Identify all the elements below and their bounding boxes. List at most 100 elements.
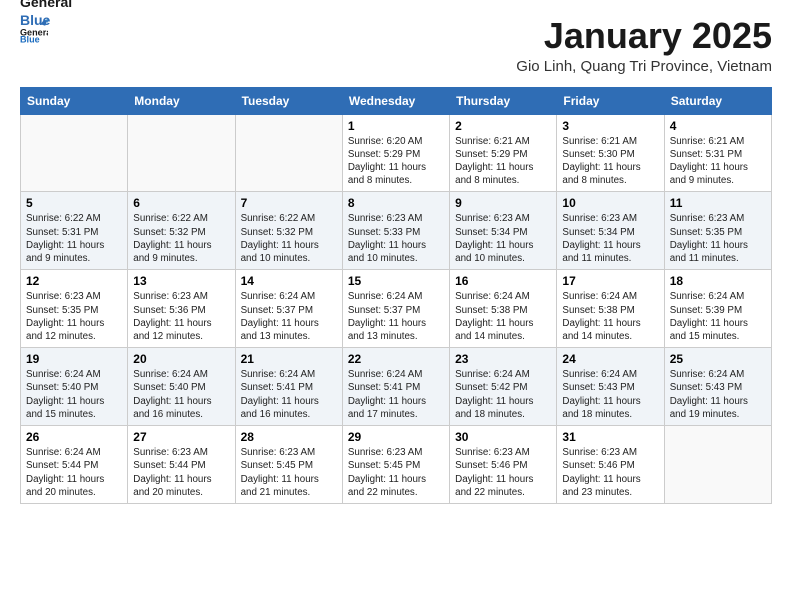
day-info: Sunrise: 6:22 AM Sunset: 5:32 PM Dayligh…: [133, 212, 229, 265]
logo-blue: Blue: [20, 12, 50, 28]
day-info: Sunrise: 6:23 AM Sunset: 5:45 PM Dayligh…: [348, 446, 444, 499]
day-number: 17: [562, 274, 658, 288]
day-number: 9: [455, 196, 551, 210]
calendar-cell: 17 Sunrise: 6:24 AM Sunset: 5:38 PM Dayli…: [557, 270, 664, 348]
day-info: Sunrise: 6:24 AM Sunset: 5:39 PM Dayligh…: [670, 290, 766, 343]
day-info: Sunrise: 6:22 AM Sunset: 5:32 PM Dayligh…: [241, 212, 337, 265]
day-info: Sunrise: 6:23 AM Sunset: 5:36 PM Dayligh…: [133, 290, 229, 343]
weekday-header-friday: Friday: [557, 87, 664, 114]
day-number: 7: [241, 196, 337, 210]
day-info: Sunrise: 6:24 AM Sunset: 5:37 PM Dayligh…: [348, 290, 444, 343]
day-number: 28: [241, 430, 337, 444]
calendar-cell: 18 Sunrise: 6:24 AM Sunset: 5:39 PM Dayli…: [664, 270, 771, 348]
day-number: 16: [455, 274, 551, 288]
day-number: 31: [562, 430, 658, 444]
calendar-cell: 21 Sunrise: 6:24 AM Sunset: 5:41 PM Dayli…: [235, 348, 342, 426]
calendar-cell: [128, 114, 235, 192]
day-info: Sunrise: 6:24 AM Sunset: 5:42 PM Dayligh…: [455, 368, 551, 421]
day-number: 30: [455, 430, 551, 444]
day-number: 11: [670, 196, 766, 210]
day-number: 13: [133, 274, 229, 288]
day-info: Sunrise: 6:23 AM Sunset: 5:35 PM Dayligh…: [26, 290, 122, 343]
calendar-cell: 25Sunrise: 6:24 AM Sunset: 5:43 PM Dayli…: [664, 348, 771, 426]
day-number: 26: [26, 430, 122, 444]
calendar-cell: [235, 114, 342, 192]
calendar-week-4: 19 Sunrise: 6:24 AM Sunset: 5:40 PM Dayli…: [21, 348, 772, 426]
day-number: 3: [562, 119, 658, 133]
weekday-header-wednesday: Wednesday: [342, 87, 449, 114]
day-info: Sunrise: 6:24 AM Sunset: 5:40 PM Dayligh…: [133, 368, 229, 421]
day-number: 21: [241, 352, 337, 366]
day-info: Sunrise: 6:23 AM Sunset: 5:44 PM Dayligh…: [133, 446, 229, 499]
day-info: Sunrise: 6:23 AM Sunset: 5:46 PM Dayligh…: [455, 446, 551, 499]
calendar-cell: 9 Sunrise: 6:23 AM Sunset: 5:34 PM Daylig…: [450, 192, 557, 270]
day-info: Sunrise: 6:23 AM Sunset: 5:45 PM Dayligh…: [241, 446, 337, 499]
calendar-cell: 1 Sunrise: 6:20 AM Sunset: 5:29 PM Daylig…: [342, 114, 449, 192]
logo-bird-icon: [76, 0, 106, 18]
calendar-cell: 6 Sunrise: 6:22 AM Sunset: 5:32 PM Daylig…: [128, 192, 235, 270]
logo: General Blue General Blue: [20, 16, 106, 30]
day-number: 10: [562, 196, 658, 210]
day-info: Sunrise: 6:23 AM Sunset: 5:33 PM Dayligh…: [348, 212, 444, 265]
svg-text:Blue: Blue: [20, 35, 40, 44]
page-header: General Blue General Blue January 2025 G…: [20, 16, 772, 75]
calendar-cell: [664, 426, 771, 504]
calendar-cell: 26 Sunrise: 6:24 AM Sunset: 5:44 PM Dayli…: [21, 426, 128, 504]
day-info: Sunrise: 6:24 AM Sunset: 5:37 PM Dayligh…: [241, 290, 337, 343]
day-number: 2: [455, 119, 551, 133]
day-info: Sunrise: 6:24 AM Sunset: 5:43 PM Dayligh…: [562, 368, 658, 421]
calendar-cell: 3Sunrise: 6:21 AM Sunset: 5:30 PM Daylig…: [557, 114, 664, 192]
day-info: Sunrise: 6:22 AM Sunset: 5:31 PM Dayligh…: [26, 212, 122, 265]
day-info: Sunrise: 6:24 AM Sunset: 5:38 PM Dayligh…: [455, 290, 551, 343]
day-number: 19: [26, 352, 122, 366]
calendar-cell: 22 Sunrise: 6:24 AM Sunset: 5:41 PM Dayli…: [342, 348, 449, 426]
day-info: Sunrise: 6:23 AM Sunset: 5:35 PM Dayligh…: [670, 212, 766, 265]
day-number: 23: [455, 352, 551, 366]
day-number: 27: [133, 430, 229, 444]
calendar-cell: 19Sunrise: 6:24 AM Sunset: 5:40 PM Dayli…: [21, 348, 128, 426]
day-info: Sunrise: 6:21 AM Sunset: 5:29 PM Dayligh…: [455, 135, 551, 188]
day-number: 14: [241, 274, 337, 288]
day-info: Sunrise: 6:24 AM Sunset: 5:44 PM Dayligh…: [26, 446, 122, 499]
day-info: Sunrise: 6:24 AM Sunset: 5:43 PM Dayligh…: [670, 368, 766, 421]
day-info: Sunrise: 6:23 AM Sunset: 5:46 PM Dayligh…: [562, 446, 658, 499]
calendar-cell: 28 Sunrise: 6:23 AM Sunset: 5:45 PM Dayli…: [235, 426, 342, 504]
calendar-cell: 13 Sunrise: 6:23 AM Sunset: 5:36 PM Dayli…: [128, 270, 235, 348]
weekday-header-sunday: Sunday: [21, 87, 128, 114]
day-number: 1: [348, 119, 444, 133]
day-number: 29: [348, 430, 444, 444]
day-number: 18: [670, 274, 766, 288]
day-info: Sunrise: 6:24 AM Sunset: 5:38 PM Dayligh…: [562, 290, 658, 343]
day-number: 24: [562, 352, 658, 366]
calendar-cell: 20 Sunrise: 6:24 AM Sunset: 5:40 PM Dayli…: [128, 348, 235, 426]
title-block: January 2025 Gio Linh, Quang Tri Provinc…: [516, 16, 772, 75]
weekday-header-monday: Monday: [128, 87, 235, 114]
day-info: Sunrise: 6:23 AM Sunset: 5:34 PM Dayligh…: [455, 212, 551, 265]
weekday-header-saturday: Saturday: [664, 87, 771, 114]
calendar-cell: 4Sunrise: 6:21 AM Sunset: 5:31 PM Daylig…: [664, 114, 771, 192]
calendar-table: SundayMondayTuesdayWednesdayThursdayFrid…: [20, 87, 772, 504]
day-number: 5: [26, 196, 122, 210]
calendar-cell: 30 Sunrise: 6:23 AM Sunset: 5:46 PM Dayli…: [450, 426, 557, 504]
day-info: Sunrise: 6:20 AM Sunset: 5:29 PM Dayligh…: [348, 135, 444, 188]
calendar-cell: 7 Sunrise: 6:22 AM Sunset: 5:32 PM Daylig…: [235, 192, 342, 270]
calendar-cell: 23 Sunrise: 6:24 AM Sunset: 5:42 PM Dayli…: [450, 348, 557, 426]
calendar-week-1: 1 Sunrise: 6:20 AM Sunset: 5:29 PM Daylig…: [21, 114, 772, 192]
logo-general: General: [20, 0, 72, 10]
calendar-cell: 24 Sunrise: 6:24 AM Sunset: 5:43 PM Dayli…: [557, 348, 664, 426]
location-subtitle: Gio Linh, Quang Tri Province, Vietnam: [516, 58, 772, 75]
calendar-cell: 2 Sunrise: 6:21 AM Sunset: 5:29 PM Daylig…: [450, 114, 557, 192]
day-number: 15: [348, 274, 444, 288]
calendar-cell: 12 Sunrise: 6:23 AM Sunset: 5:35 PM Dayli…: [21, 270, 128, 348]
day-number: 22: [348, 352, 444, 366]
day-number: 20: [133, 352, 229, 366]
day-info: Sunrise: 6:24 AM Sunset: 5:41 PM Dayligh…: [241, 368, 337, 421]
day-number: 12: [26, 274, 122, 288]
calendar-week-3: 12 Sunrise: 6:23 AM Sunset: 5:35 PM Dayli…: [21, 270, 772, 348]
month-title: January 2025: [516, 16, 772, 56]
day-info: Sunrise: 6:24 AM Sunset: 5:41 PM Dayligh…: [348, 368, 444, 421]
weekday-header-thursday: Thursday: [450, 87, 557, 114]
day-info: Sunrise: 6:23 AM Sunset: 5:34 PM Dayligh…: [562, 212, 658, 265]
day-number: 4: [670, 119, 766, 133]
day-number: 6: [133, 196, 229, 210]
